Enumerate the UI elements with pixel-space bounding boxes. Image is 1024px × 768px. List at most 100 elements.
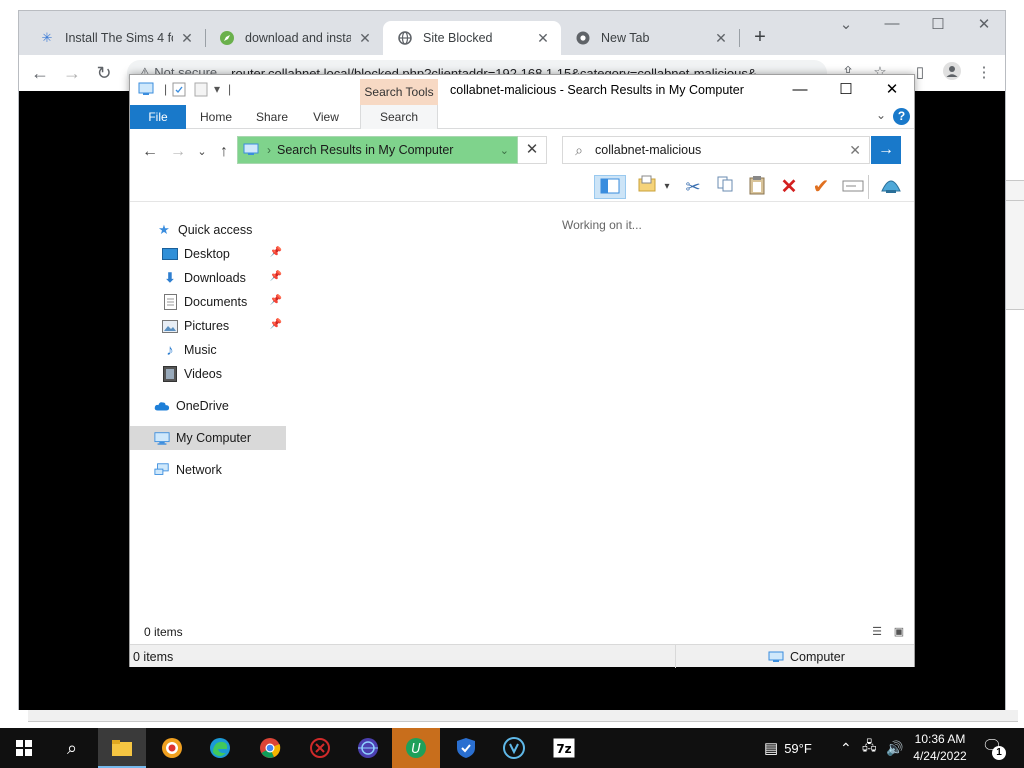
nav-label: Downloads	[184, 271, 246, 285]
malwarebytes-taskbar-button[interactable]	[490, 728, 538, 768]
new-folder-icon[interactable]	[194, 82, 208, 98]
nav-onedrive[interactable]: OneDrive	[130, 394, 286, 418]
search-go-button[interactable]: →	[871, 136, 901, 164]
help-icon[interactable]: ?	[893, 108, 910, 125]
expand-ribbon-icon[interactable]: ⌄	[876, 108, 886, 122]
search-input[interactable]: collabnet-malicious	[595, 143, 701, 157]
nav-music[interactable]: ♪ Music	[130, 338, 286, 362]
breadcrumb-location[interactable]: Search Results in My Computer	[277, 143, 453, 157]
nav-network[interactable]: Network	[130, 458, 286, 482]
shell-icon[interactable]	[878, 175, 904, 199]
profile-icon[interactable]	[941, 62, 963, 84]
qat-divider: |	[228, 82, 232, 96]
menu-icon[interactable]: ⋮	[973, 62, 995, 84]
recent-locations-icon[interactable]: ⌄	[192, 142, 212, 162]
tab-title: Site Blocked	[423, 31, 493, 45]
forward-button[interactable]: →	[59, 61, 85, 85]
new-item-icon[interactable]	[634, 175, 660, 199]
nav-label: Documents	[184, 295, 248, 309]
tab-search[interactable]: Search	[360, 105, 438, 129]
search-box[interactable]: ⌕ collabnet-malicious ✕	[562, 136, 870, 164]
properties-icon[interactable]	[172, 82, 186, 98]
nav-videos[interactable]: Videos	[130, 362, 286, 386]
clock[interactable]: 10:36 AM 4/24/2022	[910, 731, 970, 765]
start-button[interactable]	[0, 728, 48, 768]
status-items-count: 0 items	[133, 650, 174, 664]
svg-text:U: U	[411, 742, 421, 757]
ultra-app-taskbar-button[interactable]: U	[392, 728, 440, 768]
network-icon	[154, 462, 170, 478]
action-center-button[interactable]: 🗨 1	[978, 736, 1006, 760]
tab-new-tab[interactable]: New Tab ✕	[561, 21, 739, 55]
details-view-icon[interactable]: ☰	[868, 625, 886, 639]
nav-downloads[interactable]: ⬇ Downloads 📌	[130, 266, 286, 290]
7zip-taskbar-button[interactable]: 7z	[540, 728, 588, 768]
close-window-button[interactable]: ✕	[961, 15, 1007, 33]
tab-home[interactable]: Home	[194, 105, 238, 129]
tab-sims[interactable]: ✳ Install The Sims 4 for ✕	[25, 21, 205, 55]
up-button[interactable]: ↑	[214, 142, 234, 162]
explorer-back-button[interactable]: ←	[140, 142, 160, 162]
weather-widget[interactable]: ▤ 59°F	[764, 728, 812, 768]
explorer-close-button[interactable]: ✕	[869, 79, 915, 101]
close-icon[interactable]: ✕	[713, 30, 729, 47]
tab-site-blocked[interactable]: Site Blocked ✕	[383, 21, 561, 55]
file-explorer-taskbar-button[interactable]	[98, 728, 146, 768]
vpn-taskbar-button[interactable]	[344, 728, 392, 768]
delete-icon[interactable]: ✕	[776, 175, 802, 199]
cloud-icon	[154, 398, 170, 414]
chrome-taskbar-button[interactable]	[246, 728, 294, 768]
nav-documents[interactable]: Documents 📌	[130, 290, 286, 314]
explorer-minimize-button[interactable]: —	[777, 79, 823, 101]
checkmark-icon[interactable]: ✔	[808, 175, 834, 199]
search-results-icon	[243, 143, 259, 155]
qat-dropdown-icon[interactable]: ▾	[214, 82, 220, 98]
explorer-forward-button[interactable]: →	[168, 142, 188, 162]
film-icon	[162, 366, 178, 382]
tab-view[interactable]: View	[306, 105, 346, 129]
close-icon[interactable]: ✕	[357, 30, 373, 47]
explorer-address-bar[interactable]: › Search Results in My Computer ⌄	[237, 136, 518, 164]
preview-pane-button[interactable]	[594, 175, 626, 199]
tab-download[interactable]: download and install ✕	[205, 21, 383, 55]
nav-desktop[interactable]: Desktop 📌	[130, 242, 286, 266]
pin-icon: 📌	[269, 247, 282, 258]
clock-time: 10:36 AM	[914, 732, 966, 746]
maximize-button[interactable]: ☐	[915, 15, 961, 33]
shield-app-taskbar-button[interactable]	[442, 728, 490, 768]
explorer-maximize-button[interactable]: ☐	[823, 79, 869, 101]
volume-icon[interactable]: 🔊	[886, 728, 903, 768]
tab-file[interactable]: File	[130, 105, 186, 129]
stop-search-button[interactable]: ✕	[518, 136, 547, 164]
shield-icon	[457, 738, 475, 758]
cut-icon[interactable]: ✂	[680, 175, 706, 199]
copy-icon[interactable]	[712, 175, 738, 199]
new-item-dropdown-icon[interactable]: ▾	[660, 175, 674, 199]
tab-share[interactable]: Share	[250, 105, 294, 129]
close-icon[interactable]: ✕	[179, 30, 195, 47]
edge-taskbar-button[interactable]	[196, 728, 244, 768]
close-icon[interactable]: ✕	[535, 30, 551, 47]
nav-quick-access[interactable]: ★ Quick access	[130, 218, 286, 242]
results-pane[interactable]: Working on it...	[290, 202, 916, 617]
tab-title: download and install	[245, 31, 351, 45]
clear-search-icon[interactable]: ✕	[849, 142, 861, 159]
paste-icon[interactable]	[744, 175, 770, 199]
rename-icon[interactable]	[840, 175, 866, 199]
large-icons-view-icon[interactable]: ▣	[890, 625, 908, 639]
nav-pictures[interactable]: Pictures 📌	[130, 314, 286, 338]
windows-logo-icon	[16, 740, 32, 756]
search-taskbar-button[interactable]: ⌕	[48, 728, 96, 768]
tab-search-icon[interactable]: ⌄	[823, 15, 869, 33]
brave-taskbar-button[interactable]	[148, 728, 196, 768]
show-hidden-icons-button[interactable]: ⌃	[840, 728, 852, 768]
security-app-taskbar-button[interactable]	[296, 728, 344, 768]
new-tab-button[interactable]: +	[749, 26, 771, 48]
nav-my-computer[interactable]: My Computer	[130, 426, 286, 450]
network-tray-icon[interactable]: 🖧	[862, 728, 877, 768]
back-button[interactable]: ←	[27, 61, 53, 85]
reload-button[interactable]: ↻	[91, 61, 117, 85]
minimize-button[interactable]: —	[869, 15, 915, 32]
sparkle-icon: ✳	[41, 30, 53, 45]
address-dropdown-icon[interactable]: ⌄	[500, 144, 509, 157]
